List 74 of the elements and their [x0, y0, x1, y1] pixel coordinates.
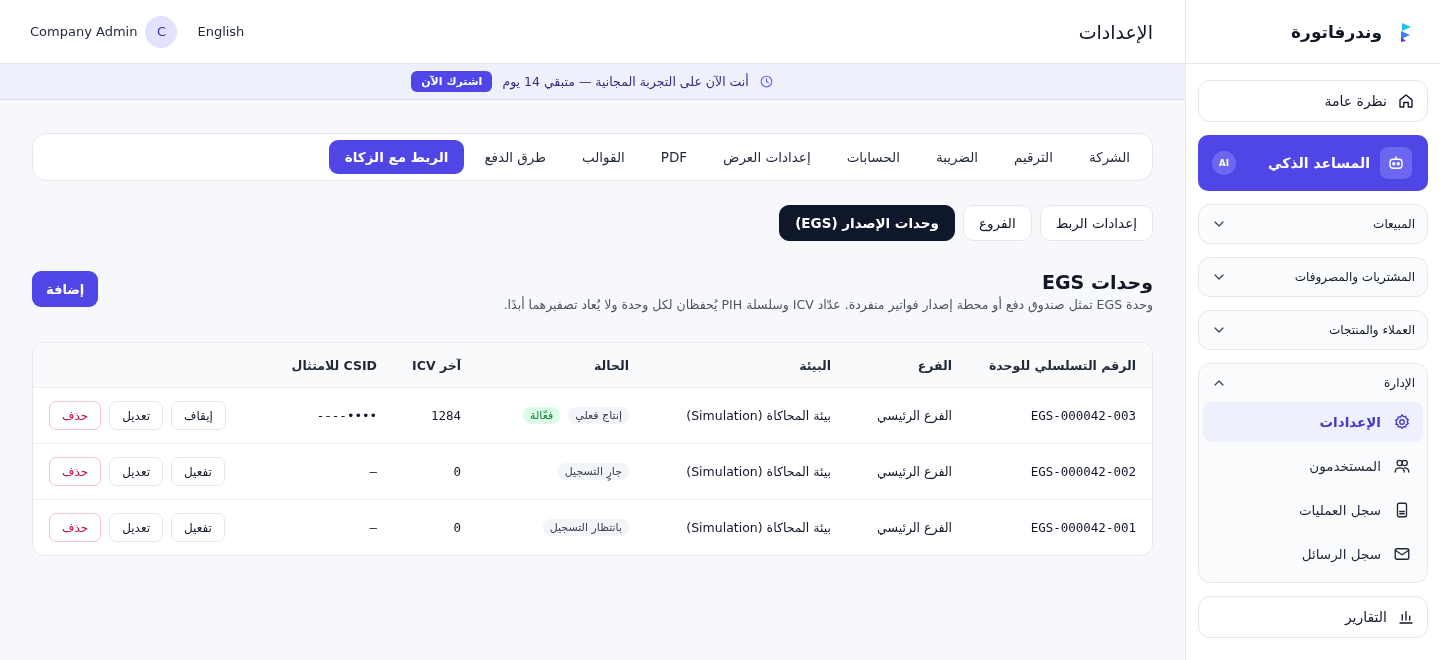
- table-cell-text: EGS-000042-001: [1029, 520, 1137, 535]
- action-button[interactable]: تعديل: [109, 401, 163, 430]
- table-cell-text: بيئة المحاكاة (Simulation): [685, 408, 832, 423]
- table-cell-text: –: [368, 520, 378, 535]
- action-button[interactable]: إيقاف: [171, 401, 226, 430]
- table-cell-text: بيئة المحاكاة (Simulation): [685, 520, 832, 535]
- trial-message: أنت الآن على التجربة المجانية — متبقي 14 يوم: [502, 74, 749, 89]
- table-cell-text: 1284: [429, 408, 462, 423]
- action-button[interactable]: تفعيل: [171, 513, 225, 542]
- users-icon: [1393, 457, 1411, 475]
- status-tag: بانتظار التسجيل: [542, 519, 629, 536]
- action-button[interactable]: تعديل: [109, 457, 163, 486]
- ai-badge: AI: [1212, 151, 1236, 175]
- table-cell-text: الفرع الرئيسي: [876, 408, 953, 423]
- bar-chart-icon: [1397, 608, 1415, 626]
- nav-subitem[interactable]: الإعدادات: [1203, 402, 1423, 442]
- nav-group-header[interactable]: الإدارة: [1199, 364, 1427, 402]
- action-button[interactable]: تعديل: [109, 513, 163, 542]
- language-link[interactable]: English: [197, 24, 245, 39]
- column-header: الحالة: [593, 357, 630, 373]
- nav-group-header[interactable]: المشتريات والمصروفات: [1199, 258, 1427, 296]
- settings-tab[interactable]: إعدادات العرض: [707, 140, 827, 174]
- table-cell-text: الفرع الرئيسي: [876, 464, 953, 479]
- table-cell-text: EGS-000042-002: [1029, 464, 1137, 479]
- nav-subitem[interactable]: المستخدمون: [1203, 446, 1423, 486]
- nav-item[interactable]: نظرة عامة: [1198, 80, 1428, 122]
- sub-tab[interactable]: إعدادات الربط: [1039, 205, 1153, 241]
- sub-tab[interactable]: الفروع: [963, 205, 1032, 241]
- settings-icon: [1393, 413, 1411, 431]
- section-title: وحدات EGS: [1041, 271, 1153, 293]
- settings-tab[interactable]: الترقيم: [998, 140, 1069, 174]
- settings-tab[interactable]: الحسابات: [830, 140, 916, 174]
- clock-icon: [758, 74, 774, 89]
- nav-item[interactable]: التقارير: [1198, 596, 1428, 638]
- table-cell-text: الفرع الرئيسي: [876, 520, 953, 535]
- table-cell-text: EGS-000042-003: [1029, 408, 1137, 423]
- status-tag: جارٍ التسجيل: [557, 463, 629, 480]
- column-header: الرقم التسلسلي للوحدة: [987, 357, 1137, 373]
- column-header: آخر ICV: [411, 357, 463, 373]
- nav-subitem[interactable]: سجل الرسائل: [1203, 534, 1423, 574]
- nav-subitem[interactable]: سجل العمليات: [1203, 490, 1423, 530]
- status-tag: إنتاج فعلي: [568, 407, 629, 424]
- settings-tab[interactable]: الشركة: [1072, 140, 1146, 174]
- page-title: الإعدادات: [1078, 20, 1153, 43]
- table-cell-text: 0: [452, 464, 462, 479]
- subscribe-button[interactable]: اشترك الآن: [411, 71, 493, 92]
- column-header: الفرع: [916, 357, 953, 373]
- settings-tab[interactable]: الضريبة: [919, 140, 995, 174]
- nav-group-header[interactable]: العملاء والمنتجات: [1199, 311, 1427, 349]
- column-header: CSID للامتثال: [290, 357, 378, 373]
- table-cell-text: –: [368, 464, 378, 479]
- table-cell-text: ----••••: [315, 408, 378, 423]
- user-avatar[interactable]: C: [145, 15, 178, 48]
- settings-tab[interactable]: طرق الدفع: [468, 140, 562, 174]
- add-button[interactable]: إضافة: [32, 271, 99, 307]
- nav-group-header[interactable]: المبيعات: [1199, 205, 1427, 243]
- delete-button[interactable]: حذف: [49, 513, 102, 542]
- robot-icon: [1387, 154, 1405, 172]
- mail-icon: [1393, 545, 1411, 563]
- brand-name: وندرفاتورة: [1291, 21, 1382, 42]
- section-description: وحدة EGS تمثل صندوق دفع أو محطة إصدار فواتير منفردة. عدّاد ICV وسلسلة PIH يُحفظان لكل وحدة ولا يُعاد تصفيرهما أبدًا.: [503, 297, 1153, 312]
- delete-button[interactable]: حذف: [49, 401, 102, 430]
- settings-tab[interactable]: الربط مع الزكاة: [328, 140, 465, 174]
- action-button[interactable]: تفعيل: [171, 457, 225, 486]
- table-cell-text: بيئة المحاكاة (Simulation): [685, 464, 832, 479]
- sub-tab[interactable]: وحدات الإصدار (EGS): [779, 205, 955, 241]
- table-cell-text: 0: [452, 520, 462, 535]
- column-header: البيئة: [798, 357, 832, 373]
- user-name: Company Admin: [30, 24, 138, 39]
- house-icon: [1397, 92, 1415, 110]
- delete-button[interactable]: حذف: [49, 457, 102, 486]
- settings-tab[interactable]: PDF: [644, 140, 704, 174]
- settings-tab[interactable]: القوالب: [565, 140, 641, 174]
- status-tag: فعّالة: [523, 407, 561, 424]
